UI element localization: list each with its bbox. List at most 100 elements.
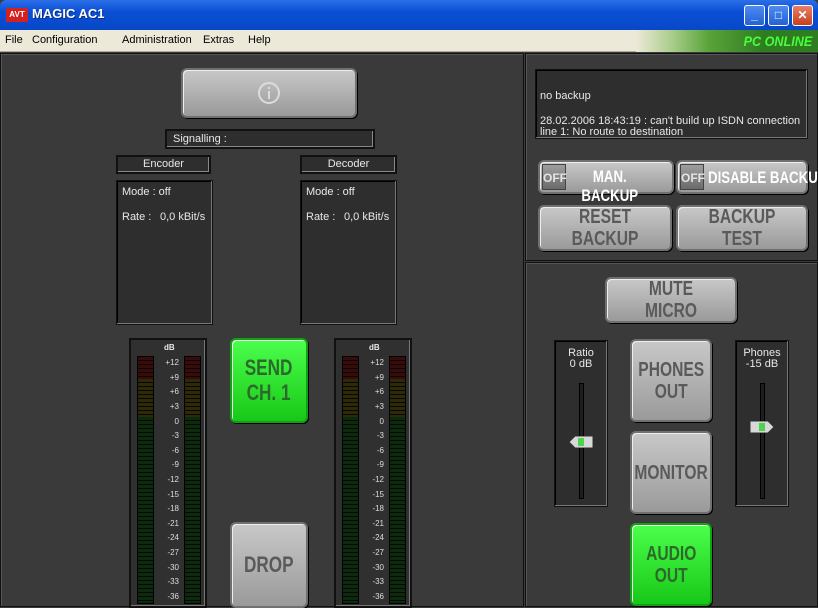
- info-button[interactable]: [181, 68, 357, 118]
- send-channel-button[interactable]: SEND CH. 1: [230, 338, 308, 423]
- mute-micro-label: MUTE MICRO: [644, 278, 697, 322]
- audio-out-line1: AUDIO: [645, 542, 697, 565]
- phones-slider-track[interactable]: [760, 383, 765, 499]
- meter-tick-label: +9: [169, 372, 179, 382]
- backup-panel: no backup 28.02.2006 18:43:19 : can't bu…: [525, 53, 818, 261]
- decoder-mode: Mode : off: [306, 186, 355, 198]
- menu-extras[interactable]: Extras: [203, 34, 234, 46]
- meter-tick-label: 0: [379, 416, 384, 426]
- meter-tick-label: +12: [370, 358, 384, 368]
- decoder-info-box: Mode : off Rate : 0,0 kBit/s: [300, 180, 397, 325]
- menu-file[interactable]: File: [5, 34, 23, 46]
- backup-log-line2: line 1: No route to destination: [540, 126, 684, 138]
- maximize-button[interactable]: □: [768, 5, 789, 26]
- meter-tick-label: +9: [374, 372, 384, 382]
- backup-status-text: no backup: [540, 90, 591, 102]
- signalling-field: Signalling :: [165, 129, 375, 149]
- meter-tick-label: -18: [372, 504, 384, 514]
- phones-out-line1: PHONES: [638, 358, 704, 381]
- meter-tick-label: -21: [372, 518, 384, 528]
- drop-button[interactable]: DROP: [230, 522, 308, 608]
- audio-out-button[interactable]: AUDIO OUT: [630, 523, 712, 606]
- phones-slider-panel: Phones -15 dB: [735, 340, 789, 507]
- meter-tick-label: -9: [376, 460, 384, 470]
- meter-tick-label: +6: [374, 387, 384, 397]
- meter-tick-label: -21: [167, 518, 179, 528]
- audio-out-line2: OUT: [654, 564, 688, 587]
- decoder-rate-value: 0,0 kBit/s: [344, 211, 390, 223]
- reset-backup-label: RESET BACKUP: [571, 206, 639, 250]
- meter-tick-label: -36: [167, 591, 179, 601]
- meter-tick-label: -30: [167, 562, 179, 572]
- backup-test-label: BACKUP TEST: [708, 206, 776, 250]
- disable-backup-toggle[interactable]: OFF DISABLE BACKUP: [676, 160, 818, 194]
- disable-backup-off-indicator: OFF: [680, 164, 705, 190]
- encoder-info-box: Mode : off Rate : 0,0 kBit/s: [116, 180, 213, 325]
- decoder-level-meter: dB +12 +9 +6 +3 0 -3 -6 -9 -12 -15 -18 -21 -24 -27 -30…: [334, 338, 412, 608]
- encoder-rate-value: 0,0 kBit/s: [160, 211, 206, 223]
- level-bar-left: [137, 356, 154, 604]
- title-bar: AVT MAGIC AC1 _ □ ✕: [0, 0, 818, 30]
- mute-micro-button[interactable]: MUTE MICRO: [605, 277, 737, 323]
- send-line2: CH. 1: [247, 379, 291, 405]
- monitor-label: MONITOR: [634, 461, 708, 484]
- left-panel: Signalling : Encoder Mode : off Rate : 0…: [0, 53, 524, 608]
- meter-scale: +12 +9 +6 +3 0 -3 -6 -9 -12 -15 -18 -21 -24 -27 -30 -33…: [155, 356, 183, 604]
- phones-out-button[interactable]: PHONES OUT: [630, 339, 712, 422]
- ratio-slider-thumb[interactable]: [568, 435, 594, 449]
- meter-tick-label: +3: [374, 402, 384, 412]
- phones-slider-thumb[interactable]: [749, 420, 775, 434]
- encoder-mode: Mode : off: [122, 186, 171, 198]
- meter-tick-label: -33: [167, 577, 179, 587]
- window-title: MAGIC AC1: [32, 6, 105, 21]
- audio-panel: MUTE MICRO Ratio 0 dB Phones -15 dB PHON…: [525, 262, 818, 607]
- send-line1: SEND: [245, 355, 293, 381]
- meter-tick-label: -6: [171, 445, 179, 455]
- meter-db-label: dB: [164, 343, 175, 352]
- online-status: PC ONLINE: [636, 30, 818, 52]
- backup-test-button[interactable]: BACKUP TEST: [676, 205, 808, 251]
- menu-configuration[interactable]: Configuration: [32, 34, 97, 46]
- meter-tick-label: -15: [372, 489, 384, 499]
- monitor-button[interactable]: MONITOR: [630, 431, 712, 514]
- meter-tick-label: -3: [376, 431, 384, 441]
- man-backup-toggle[interactable]: OFF MAN. BACKUP: [538, 160, 674, 205]
- meter-tick-label: -3: [171, 431, 179, 441]
- meter-tick-label: -36: [372, 591, 384, 601]
- meter-tick-label: -12: [167, 475, 179, 484]
- encoder-rate-label: Rate :: [122, 211, 152, 223]
- app-logo: AVT: [6, 8, 28, 22]
- menu-administration[interactable]: Administration: [122, 34, 192, 46]
- info-icon: [258, 82, 280, 104]
- disable-backup-label: DISABLE BACKUP: [708, 168, 818, 187]
- minimize-button[interactable]: _: [744, 5, 765, 26]
- level-bar-right: [389, 356, 406, 604]
- backup-log-box: no backup 28.02.2006 18:43:19 : can't bu…: [535, 69, 808, 139]
- meter-tick-label: -27: [372, 547, 384, 557]
- drop-label: DROP: [244, 551, 294, 577]
- meter-tick-label: -33: [372, 577, 384, 587]
- man-backup-label: MAN. BACKUP: [581, 167, 639, 205]
- meter-tick-label: -24: [167, 533, 179, 543]
- meter-tick-label: +3: [169, 402, 179, 412]
- close-button[interactable]: ✕: [792, 5, 813, 26]
- decoder-title: Decoder: [300, 155, 397, 174]
- meter-tick-label: -30: [372, 562, 384, 572]
- menu-help[interactable]: Help: [248, 34, 271, 46]
- encoder-level-meter: dB +12 +9 +6 +3 0 -3 -6 -9 -12 -15 -18 -21 -24 -27 -30…: [129, 338, 207, 608]
- man-backup-off-indicator: OFF: [542, 164, 567, 190]
- meter-tick-label: 0: [174, 416, 179, 426]
- meter-tick-label: -24: [372, 533, 384, 543]
- meter-tick-label: -12: [372, 475, 384, 484]
- meter-tick-label: +6: [169, 387, 179, 397]
- meter-scale: +12 +9 +6 +3 0 -3 -6 -9 -12 -15 -18 -21 -24 -27 -30 -33…: [360, 356, 388, 604]
- ratio-slider-panel: Ratio 0 dB: [554, 340, 608, 507]
- reset-backup-button[interactable]: RESET BACKUP: [538, 205, 672, 251]
- online-status-text: PC ONLINE: [743, 33, 812, 49]
- meter-tick-label: -15: [167, 489, 179, 499]
- meter-db-label: dB: [369, 343, 380, 352]
- phones-value: -15 dB: [745, 358, 779, 370]
- meter-tick-label: -18: [167, 504, 179, 514]
- level-bar-right: [184, 356, 201, 604]
- level-bar-left: [342, 356, 359, 604]
